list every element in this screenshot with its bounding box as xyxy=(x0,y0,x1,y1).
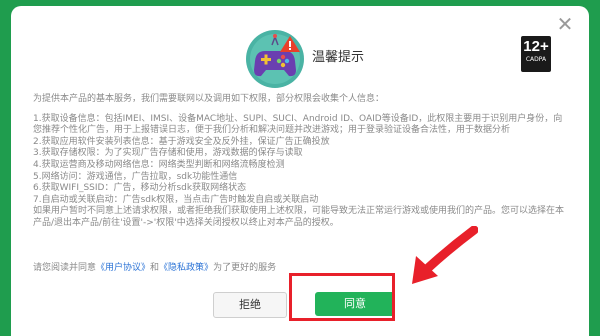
agree-highlight-annotation xyxy=(289,273,395,321)
intro-text: 为提供本产品的基本服务，我们需要联网以及调用如下权限，部分权限会收集个人信息： xyxy=(33,94,385,104)
user-agreement-link[interactable]: 《用户协议》 xyxy=(96,263,150,273)
permission-item: 2.获取应用软件安装列表信息：基于游戏安全及反外挂，保证广告正确投放 xyxy=(33,136,330,147)
permission-item: 6.获取WIFI_SSID：广告，移动分析sdk获取网络状态 xyxy=(33,183,247,194)
permission-item: 7.自启动或关联启动：广告sdk权限，当点击广告时触发自启或关联启动 xyxy=(33,194,319,205)
consent-line: 请您阅读并同意《用户协议》和《隐私政策》为了更好的服务 xyxy=(33,260,276,273)
age-rating-badge: 12+ CADPA xyxy=(521,36,551,72)
permission-item: 5.网络访问：游戏通信，广告拉取，sdk功能性通信 xyxy=(33,171,238,182)
dialog-title: 温馨提示 xyxy=(312,50,365,65)
consent-and: 和 xyxy=(150,263,160,273)
game-controller-logo-icon xyxy=(246,30,304,88)
age-rating-value: 12+ xyxy=(523,38,549,55)
close-icon[interactable]: ✕ xyxy=(555,14,575,34)
permission-item: 3.获取存储权限：为了实现广告存储和使用，游戏数据的保存与读取 xyxy=(33,148,303,159)
age-rating-caption: CADPA xyxy=(525,56,547,63)
consent-suffix: 为了更好的服务 xyxy=(213,263,277,273)
red-arrow-annotation-icon xyxy=(412,226,478,284)
permission-item: 1.获取设备信息：包括IMEI、IMSI、设备MAC地址、SUPI、SUCI、A… xyxy=(33,113,563,136)
permission-text: 为提供本产品的基本服务，我们需要联网以及调用如下权限，部分权限会收集个人信息： … xyxy=(33,94,569,230)
permission-item: 如果用户暂时不同意上述请求权限，或者拒绝我们获取使用上述权限，可能导致无法正常运… xyxy=(33,206,565,228)
privacy-policy-link[interactable]: 《隐私政策》 xyxy=(159,263,213,273)
reject-button[interactable]: 拒绝 xyxy=(213,292,287,318)
permission-list: 1.获取设备信息：包括IMEI、IMSI、设备MAC地址、SUPI、SUCI、A… xyxy=(33,114,569,230)
consent-prefix: 请您阅读并同意 xyxy=(33,263,97,273)
permission-item: 4.获取运营商及移动网络信息：网络类型判断和网络流畅度检测 xyxy=(33,159,285,170)
